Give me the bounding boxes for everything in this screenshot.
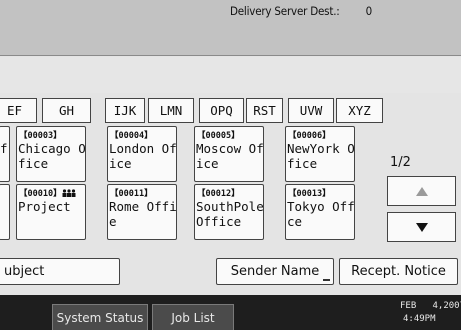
entry-name-line1: Moscow Off [196, 141, 264, 156]
entry-number: 【00003】 [19, 131, 62, 141]
delivery-server-dest: Delivery Server Dest.: 0 [230, 4, 372, 18]
tab-ijk[interactable]: IJK [105, 98, 145, 123]
entry-name-line2: fice [18, 156, 49, 171]
recept-notice-button[interactable]: Recept. Notice [339, 258, 458, 285]
entry-number-row: 【00010】 [17, 185, 85, 199]
entry-name-line1: SouthPole [196, 199, 264, 214]
destination-moscow-office[interactable]: 【00005】 Moscow Off ice [194, 126, 264, 182]
sender-name-label: Sender Name [230, 264, 320, 279]
entry-name-line1: Rome Offic [109, 199, 177, 214]
system-status-label: System Status [56, 310, 144, 325]
partial-label: f [0, 141, 8, 156]
entry-name-line2: Office [196, 214, 242, 229]
page-down-button[interactable] [387, 212, 456, 242]
tab-uvw-label: UVW [299, 103, 323, 118]
date-text: FEB 4,2007 [400, 301, 461, 311]
entry-name-line1: Chicago Of [18, 141, 86, 156]
delivery-server-label: Delivery Server Dest.: [230, 4, 340, 18]
entry-number: 【00013】 [288, 189, 331, 199]
entry-number: 【00011】 [110, 189, 153, 199]
tab-lmn[interactable]: LMN [148, 98, 194, 123]
triangle-up-icon [415, 186, 428, 196]
page-up-button[interactable] [387, 176, 456, 206]
triangle-down-icon [415, 222, 428, 232]
tab-opq-label: OPQ [210, 103, 233, 118]
entry-name-line2: fice [287, 156, 318, 171]
input-band [0, 57, 461, 93]
destination-project[interactable]: 【00010】 Project [16, 184, 86, 240]
setting-indicator-icon [323, 279, 330, 281]
job-list-button[interactable]: Job List [152, 304, 234, 330]
tab-rst[interactable]: RST [246, 98, 283, 123]
tab-rst-label: RST [253, 103, 276, 118]
entry-name-line1: Project [18, 199, 71, 214]
tab-opq[interactable]: OPQ [199, 98, 244, 123]
entry-number: 【00004】 [110, 131, 153, 141]
index-tab-row: EF GH IJK LMN OPQ RST UVW XYZ [0, 94, 461, 124]
entry-name-line2: ice [196, 156, 219, 171]
date-time: FEB 4,2007 4:49PM [400, 300, 461, 326]
entry-name-line2: ce [287, 214, 303, 229]
destination-newyork-office[interactable]: 【00006】 NewYork Of fice [285, 126, 355, 182]
entry-name-line1: NewYork Of [287, 141, 355, 156]
tab-gh-label: GH [58, 103, 75, 118]
destination-chicago-office[interactable]: 【00003】 Chicago Of fice [16, 126, 86, 182]
subject-label: ubject [4, 264, 45, 279]
header-bar: Delivery Server Dest.: 0 [0, 0, 461, 56]
destination-grid: f 【00003】 Chicago Of fice 【00004】 London… [0, 126, 380, 246]
destination-london-office[interactable]: 【00004】 London Off ice [107, 126, 177, 182]
tab-ef-label: EF [6, 103, 23, 118]
tab-ijk-label: IJK [113, 103, 137, 118]
entry-name-line1: Tokyo Offi [287, 199, 355, 214]
tab-lmn-label: LMN [159, 103, 183, 118]
system-status-button[interactable]: System Status [52, 304, 148, 330]
entry-number: 【00012】 [197, 189, 240, 199]
status-bar: System Status Job List FEB 4,2007 4:49PM [0, 295, 461, 330]
time-text: 4:49PM [403, 314, 436, 324]
job-list-label: Job List [171, 310, 215, 325]
entry-name-line1: London Off [109, 141, 177, 156]
tab-ef[interactable]: EF [0, 98, 37, 123]
tab-uvw[interactable]: UVW [288, 98, 334, 123]
destination-tokyo-office[interactable]: 【00013】 Tokyo Offi ce [285, 184, 355, 240]
group-icon [62, 189, 76, 197]
bottom-button-row: ubject Sender Name Recept. Notice [0, 256, 461, 290]
tab-gh[interactable]: GH [42, 98, 91, 123]
destination-southpole-office[interactable]: 【00012】 SouthPole Office [194, 184, 264, 240]
tab-xyz-label: XYZ [348, 103, 371, 118]
entry-name-line2: ice [109, 156, 132, 171]
entry-number: 【00005】 [197, 131, 240, 141]
sender-name-button[interactable]: Sender Name [216, 258, 334, 285]
recept-notice-label: Recept. Notice [351, 264, 446, 279]
destination-partial-top[interactable]: f [0, 126, 10, 182]
entry-number: 【00010】 [19, 189, 62, 199]
destination-partial-bottom[interactable] [0, 184, 10, 240]
entry-name-line2: e [109, 214, 117, 229]
entry-number: 【00006】 [288, 131, 331, 141]
delivery-server-count: 0 [365, 4, 373, 18]
tab-xyz[interactable]: XYZ [336, 98, 383, 123]
destination-rome-office[interactable]: 【00011】 Rome Offic e [107, 184, 177, 240]
subject-button[interactable]: ubject [0, 258, 120, 285]
page-indicator: 1/2 [390, 155, 411, 170]
